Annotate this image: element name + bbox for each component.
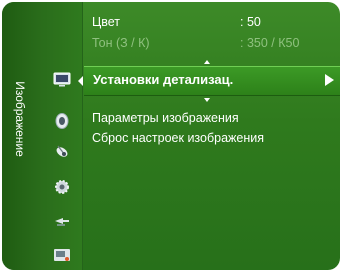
menu-item-label: Цвет: [92, 15, 121, 29]
menu-item-value: : 50: [240, 15, 261, 29]
category-icon-column: [42, 2, 82, 270]
picture-icon[interactable]: [53, 70, 71, 88]
application-icon[interactable]: [53, 246, 71, 264]
menu-item-label: Тон (З / К): [92, 36, 150, 50]
menu-item-label: Параметры изображения: [92, 111, 239, 125]
menu-item-color[interactable]: Цвет : 50: [92, 13, 332, 31]
tv-osd-menu: Изображение Цвет: 50 Тон (З / К): 350 …: [2, 2, 340, 270]
menu-item-reset-picture[interactable]: Сброс настроек изображения: [92, 129, 332, 147]
menu-item-value: : 350 / К50: [240, 36, 300, 50]
category-tab: Изображение: [2, 2, 42, 270]
channel-icon[interactable]: [53, 142, 71, 160]
submenu-list: Цвет : 50 Тон (З / К) : 350 / К50 Устано…: [82, 2, 340, 270]
menu-item-label: Сброс настроек изображения: [92, 131, 264, 145]
scroll-up-indicator: [204, 60, 210, 64]
input-icon[interactable]: [53, 212, 71, 230]
menu-item-label: Установки детализац.: [93, 72, 234, 87]
submenu-arrow-icon: [325, 74, 334, 86]
menu-item-detail-settings[interactable]: Установки детализац.: [84, 60, 340, 102]
sound-icon[interactable]: [53, 112, 71, 130]
menu-item-picture-options[interactable]: Параметры изображения: [92, 109, 332, 127]
menu-item-tint: Тон (З / К) : 350 / К50: [92, 34, 332, 52]
category-title: Изображение: [13, 81, 27, 157]
scroll-down-indicator: [204, 98, 210, 102]
gear-icon[interactable]: [53, 178, 71, 196]
